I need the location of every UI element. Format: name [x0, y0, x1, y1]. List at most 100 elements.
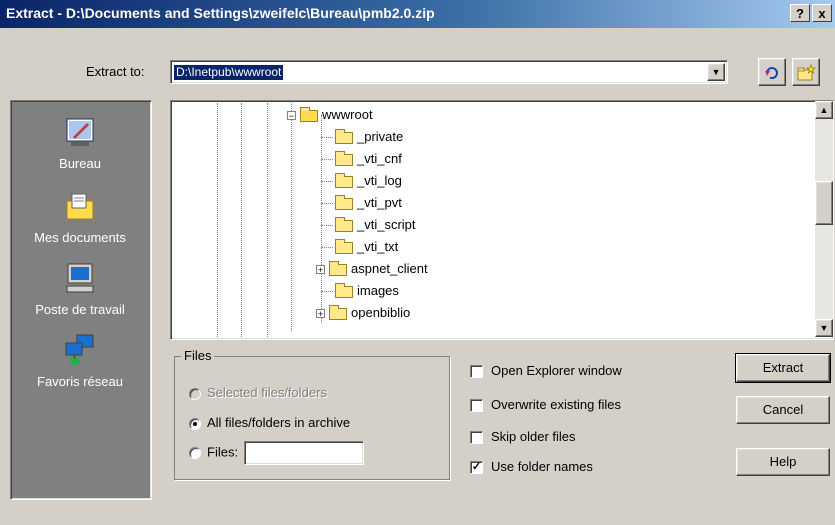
close-title-button[interactable]: x — [812, 4, 832, 22]
tree-node[interactable]: _vti_log — [321, 171, 402, 191]
tree-node-label: _vti_pvt — [357, 195, 402, 210]
scroll-down-icon[interactable]: ▼ — [815, 319, 833, 337]
scroll-up-icon[interactable]: ▲ — [815, 101, 833, 119]
place-label: Mes documents — [34, 230, 126, 245]
folder-icon — [335, 238, 353, 254]
tree-guide-line — [241, 103, 242, 337]
checkbox-label: Skip older files — [491, 429, 576, 444]
checkbox[interactable] — [470, 365, 483, 379]
folder-icon — [335, 150, 353, 166]
extract-to-label: Extract to: — [86, 64, 145, 79]
my-computer-icon — [66, 263, 94, 293]
tree-node-label: _vti_script — [357, 217, 416, 232]
checkbox-label: Overwrite existing files — [491, 397, 622, 412]
open-explorer-option[interactable]: Open Explorer window — [470, 360, 622, 382]
use-folder-names-option[interactable]: ✓ Use folder names — [470, 456, 593, 478]
new-folder-icon — [797, 63, 816, 81]
radio-button[interactable] — [189, 447, 201, 459]
tree-node[interactable]: _vti_txt — [321, 237, 398, 257]
tree-branch-line — [321, 291, 333, 292]
expand-icon[interactable]: + — [316, 265, 325, 275]
folder-icon — [335, 172, 353, 188]
tree-node-label: _vti_log — [357, 173, 402, 188]
tree-node-label: _vti_cnf — [357, 151, 402, 166]
tree-guide-line — [267, 103, 268, 337]
tree-node[interactable]: _private — [321, 127, 403, 147]
radio-all-files[interactable]: All files/folders in archive — [189, 413, 350, 433]
new-folder-button[interactable] — [792, 58, 820, 86]
collapse-icon[interactable]: − — [287, 111, 296, 121]
tree-node[interactable]: _vti_cnf — [321, 149, 402, 169]
title-bar[interactable]: Extract - D:\Documents and Settings\zwei… — [0, 0, 835, 28]
checkbox-label: Use folder names — [491, 459, 593, 474]
folder-icon — [335, 216, 353, 232]
tree-node-label: openbiblio — [351, 305, 411, 320]
radio-label: Files: — [207, 444, 239, 460]
tree-node[interactable]: _vti_script — [321, 215, 416, 235]
folder-tree[interactable]: − wwwroot _private _vti_cnf _vti_log _vti… — [170, 100, 834, 340]
skip-older-option[interactable]: Skip older files — [470, 426, 576, 448]
tree-scrollbar[interactable]: ▲ ▼ — [815, 101, 833, 337]
open-folder-icon — [300, 106, 318, 122]
folder-icon — [329, 304, 347, 320]
tree-node-label: images — [357, 283, 399, 298]
place-bureau[interactable]: Bureau — [11, 115, 149, 171]
checkbox-label: Open Explorer window — [491, 363, 622, 378]
extract-to-combo[interactable]: D:\Inetpub\wwwroot ▼ — [170, 60, 728, 84]
refresh-icon — [765, 66, 778, 79]
expand-icon[interactable]: + — [316, 309, 325, 319]
folder-icon — [335, 128, 353, 144]
refresh-button[interactable] — [758, 58, 786, 86]
place-poste-de-travail[interactable]: Poste de travail — [11, 261, 149, 317]
tree-node-label: wwwroot — [322, 107, 373, 122]
network-places-icon — [65, 334, 94, 366]
extract-button[interactable]: Extract — [735, 353, 831, 383]
overwrite-option[interactable]: Overwrite existing files — [470, 394, 621, 416]
dropdown-arrow-icon[interactable]: ▼ — [707, 63, 725, 81]
files-input[interactable] — [244, 441, 365, 465]
checkbox-checked[interactable]: ✓ — [470, 461, 483, 475]
tree-branch-line — [321, 225, 333, 226]
tree-branch-line — [321, 137, 333, 138]
radio-files[interactable]: Files: — [189, 441, 365, 465]
my-documents-icon — [66, 193, 94, 220]
radio-button[interactable] — [189, 387, 201, 400]
checkbox[interactable] — [470, 399, 483, 413]
place-mes-documents[interactable]: Mes documents — [11, 189, 149, 245]
place-label: Bureau — [59, 156, 101, 171]
files-group-title: Files — [181, 348, 215, 363]
tree-branch-line — [321, 203, 333, 204]
folder-icon — [329, 260, 347, 276]
help-title-button[interactable]: ? — [790, 4, 810, 22]
place-label: Favoris réseau — [37, 374, 123, 389]
folder-icon — [335, 194, 353, 210]
tree-guide-line — [291, 101, 292, 331]
tree-node-openbiblio[interactable]: + openbiblio — [316, 303, 410, 323]
radio-selected-files[interactable]: Selected files/folders — [189, 383, 327, 403]
tree-node-label: _private — [357, 129, 404, 144]
extract-to-value[interactable]: D:\Inetpub\wwwroot — [174, 65, 284, 80]
desktop-icon — [66, 118, 94, 146]
tree-branch-line — [321, 159, 333, 160]
files-groupbox: Files Selected files/folders All files/f… — [174, 348, 450, 480]
tree-node-wwwroot[interactable]: − wwwroot — [287, 105, 373, 125]
place-favoris-reseau[interactable]: Favoris réseau — [11, 333, 149, 389]
tree-guide-line — [217, 103, 218, 337]
checkbox[interactable] — [470, 431, 483, 445]
tree-node[interactable]: _vti_pvt — [321, 193, 402, 213]
window-title: Extract - D:\Documents and Settings\zwei… — [6, 5, 435, 21]
tree-node-label: _vti_txt — [357, 239, 399, 254]
tree-node[interactable]: images — [321, 281, 399, 301]
folder-icon — [335, 282, 353, 298]
place-label: Poste de travail — [35, 302, 125, 317]
places-bar: Bureau Mes documents Poste de travail Fa… — [10, 100, 152, 500]
scroll-thumb[interactable] — [815, 181, 833, 225]
tree-node-aspnet-client[interactable]: + aspnet_client — [316, 259, 428, 279]
help-button[interactable]: Help — [736, 448, 830, 476]
tree-branch-line — [321, 247, 333, 248]
radio-label: Selected files/folders — [207, 385, 327, 400]
radio-button[interactable] — [189, 417, 201, 430]
cancel-button[interactable]: Cancel — [736, 396, 830, 424]
tree-branch-line — [321, 181, 333, 182]
tree-node-label: aspnet_client — [351, 261, 428, 276]
